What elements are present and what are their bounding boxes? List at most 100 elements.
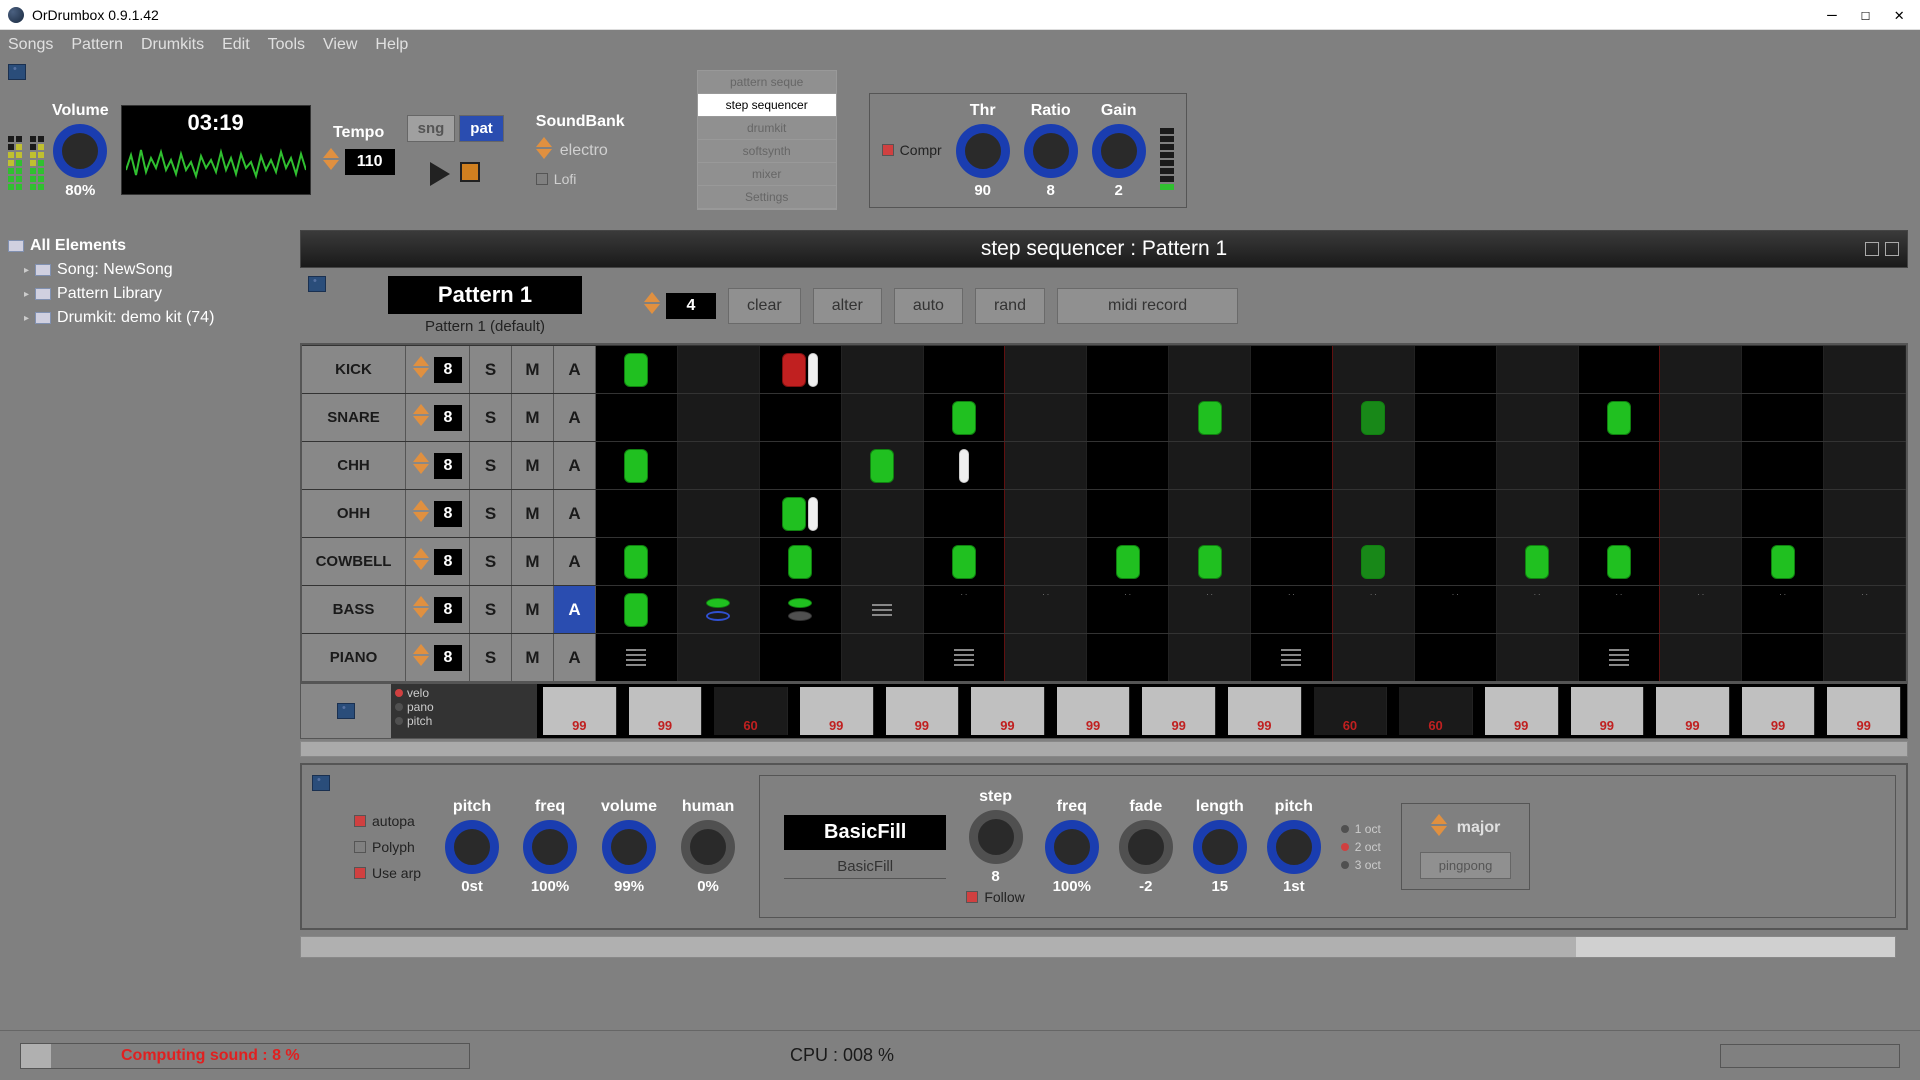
solo-button[interactable]: S <box>470 538 512 585</box>
fill-fade-knob[interactable] <box>1119 820 1173 874</box>
maximize-button[interactable]: ☐ <box>1861 5 1871 24</box>
step-cell[interactable] <box>596 394 678 441</box>
step-cell[interactable] <box>1415 346 1497 393</box>
mute-button[interactable]: M <box>512 634 554 681</box>
menu-view[interactable]: View <box>323 36 357 54</box>
track-steps-spinner[interactable] <box>413 596 431 624</box>
track-name[interactable]: PIANO <box>302 634 406 681</box>
step-cell[interactable] <box>1742 490 1824 537</box>
step-cell[interactable] <box>1415 490 1497 537</box>
step-cell[interactable] <box>596 586 678 633</box>
step-cell[interactable] <box>1005 394 1087 441</box>
pitch-knob[interactable] <box>445 820 499 874</box>
step-cell[interactable] <box>1579 394 1661 441</box>
track-name[interactable]: CHH <box>302 442 406 489</box>
stop-button[interactable] <box>460 162 480 182</box>
oct1-option[interactable]: 1 oct <box>1341 822 1381 836</box>
scale-spinner[interactable] <box>1431 814 1449 842</box>
tab-step-sequencer[interactable]: step sequencer <box>698 94 836 117</box>
step-cell[interactable] <box>1742 394 1824 441</box>
velocity-cell[interactable]: 99 <box>1827 687 1901 735</box>
step-cell[interactable]: . . <box>1660 586 1742 633</box>
track-name[interactable]: BASS <box>302 586 406 633</box>
step-cell[interactable] <box>1333 442 1415 489</box>
usearp-checkbox[interactable] <box>354 867 366 879</box>
bottom-collapse-button[interactable] <box>312 775 330 791</box>
step-cell[interactable] <box>842 346 924 393</box>
step-cell[interactable] <box>1169 394 1251 441</box>
mute-button[interactable]: M <box>512 538 554 585</box>
step-cell[interactable] <box>1824 346 1906 393</box>
step-cell[interactable] <box>842 490 924 537</box>
detach-icon[interactable] <box>1885 242 1899 256</box>
step-cell[interactable] <box>760 346 842 393</box>
velocity-cell[interactable]: 99 <box>1142 687 1216 735</box>
step-cell[interactable] <box>1005 442 1087 489</box>
step-cell[interactable] <box>1005 490 1087 537</box>
step-cell[interactable] <box>924 346 1006 393</box>
velocity-cell[interactable]: 99 <box>1742 687 1816 735</box>
mute-button[interactable]: M <box>512 346 554 393</box>
tab-mixer[interactable]: mixer <box>698 163 836 186</box>
step-cell[interactable] <box>1824 394 1906 441</box>
step-cell[interactable] <box>678 490 760 537</box>
velo-collapse-button[interactable] <box>337 703 355 719</box>
tree-root[interactable]: All Elements <box>4 234 296 258</box>
main-scrollbar[interactable] <box>300 936 1896 958</box>
step-cell[interactable] <box>1087 394 1169 441</box>
scale-value[interactable]: major <box>1457 819 1501 837</box>
track-steps-spinner[interactable] <box>413 452 431 480</box>
step-cell[interactable] <box>1169 490 1251 537</box>
fill-freq-knob[interactable] <box>1045 820 1099 874</box>
step-cell[interactable]: . . <box>1415 586 1497 633</box>
step-cell[interactable] <box>1497 442 1579 489</box>
step-cell[interactable] <box>1087 634 1169 681</box>
menu-edit[interactable]: Edit <box>222 36 250 54</box>
arm-button[interactable]: A <box>554 538 596 585</box>
step-cell[interactable] <box>678 394 760 441</box>
tree-drumkit[interactable]: ▸Drumkit: demo kit (74) <box>4 306 296 330</box>
step-cell[interactable] <box>1579 346 1661 393</box>
velocity-cell[interactable]: 99 <box>1228 687 1302 735</box>
step-cell[interactable] <box>1497 634 1579 681</box>
mute-button[interactable]: M <box>512 586 554 633</box>
step-cell[interactable] <box>1579 538 1661 585</box>
velocity-cell[interactable]: 99 <box>886 687 960 735</box>
fill-step-knob[interactable] <box>969 810 1023 864</box>
step-cell[interactable]: . . <box>924 586 1006 633</box>
track-name[interactable]: KICK <box>302 346 406 393</box>
arm-button[interactable]: A <box>554 634 596 681</box>
menu-pattern[interactable]: Pattern <box>71 36 123 54</box>
step-cell[interactable] <box>1169 442 1251 489</box>
step-cell[interactable] <box>1333 538 1415 585</box>
step-cell[interactable] <box>842 394 924 441</box>
rand-button[interactable]: rand <box>975 288 1045 324</box>
menu-tools[interactable]: Tools <box>268 36 305 54</box>
step-cell[interactable] <box>1251 442 1333 489</box>
close-button[interactable]: ✕ <box>1894 5 1904 24</box>
mute-button[interactable]: M <box>512 442 554 489</box>
step-cell[interactable] <box>1005 634 1087 681</box>
step-cell[interactable] <box>1660 538 1742 585</box>
soundbank-value[interactable]: electro <box>558 140 610 162</box>
step-cell[interactable] <box>1824 490 1906 537</box>
velo-opt-pitch[interactable]: pitch <box>395 714 533 728</box>
midi-record-button[interactable]: midi record <box>1057 288 1238 324</box>
panel-collapse-button[interactable] <box>8 64 26 80</box>
tempo-spinner[interactable] <box>323 148 341 176</box>
fill-name[interactable]: BasicFill <box>784 815 946 850</box>
fullscreen-icon[interactable] <box>1865 242 1879 256</box>
velocity-cell[interactable]: 60 <box>1399 687 1473 735</box>
polyph-checkbox[interactable] <box>354 841 366 853</box>
gain-knob[interactable] <box>1092 124 1146 178</box>
step-cell[interactable] <box>1824 634 1906 681</box>
track-name[interactable]: SNARE <box>302 394 406 441</box>
step-cell[interactable] <box>1251 538 1333 585</box>
lofi-checkbox[interactable] <box>536 173 548 185</box>
velocity-cell[interactable]: 99 <box>1656 687 1730 735</box>
step-cell[interactable]: . . <box>1742 586 1824 633</box>
step-cell[interactable] <box>596 490 678 537</box>
step-cell[interactable] <box>1742 442 1824 489</box>
solo-button[interactable]: S <box>470 346 512 393</box>
step-cell[interactable] <box>596 442 678 489</box>
